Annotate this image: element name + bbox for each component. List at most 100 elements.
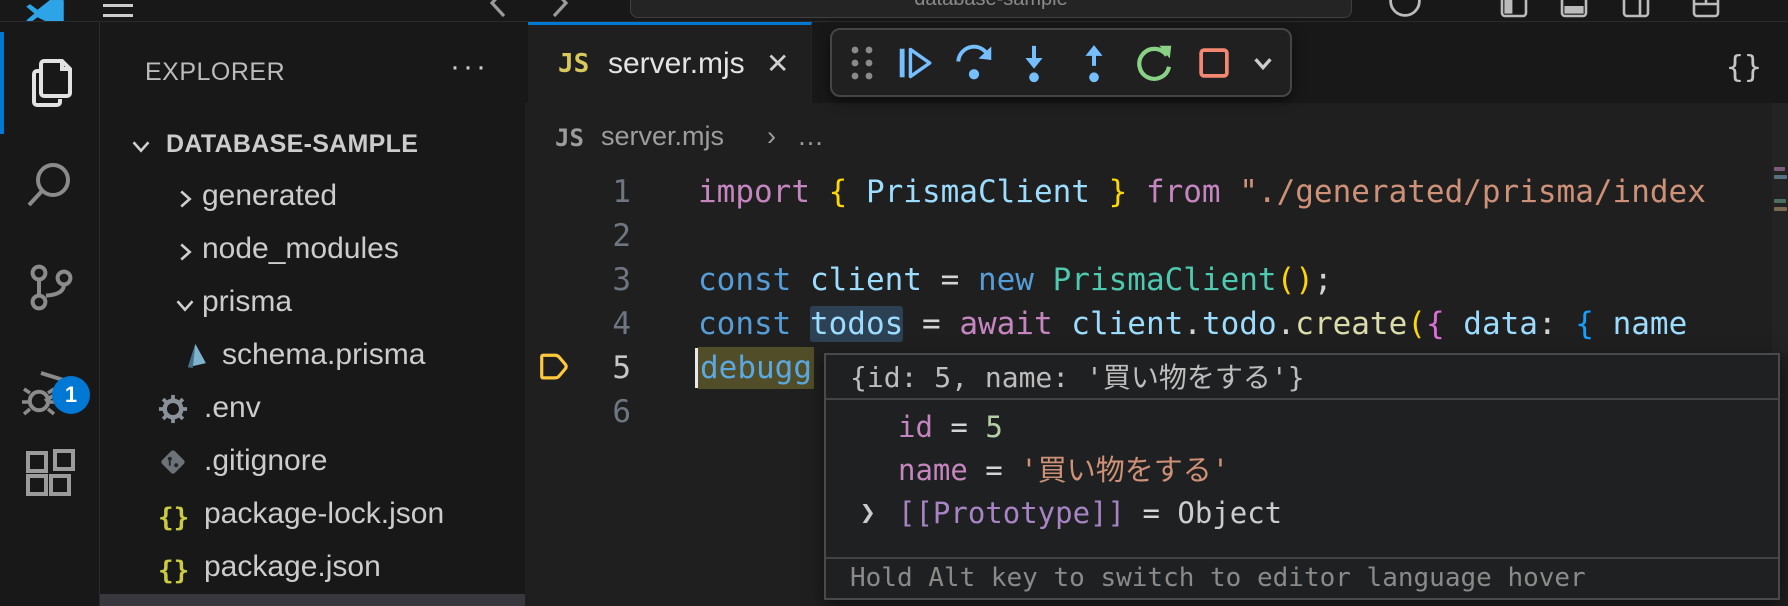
- tree-item-server-mjs[interactable]: JSserver.mjs: [100, 594, 525, 606]
- breadcrumb-symbol[interactable]: …: [797, 121, 824, 152]
- file-tree: DATABASE-SAMPLE generated node_modulespris…: [100, 117, 525, 606]
- files-icon: [24, 55, 76, 111]
- forward-arrow-icon[interactable]: [546, 0, 572, 18]
- line-number: 5: [569, 346, 631, 390]
- line-content: const todos = await client.todo.create({…: [698, 302, 1687, 346]
- explorer-sidebar: EXPLORER ··· DATABASE-SAMPLE generated nod…: [100, 22, 525, 606]
- tree-item-package-lock-json[interactable]: {} package-lock.json: [100, 488, 525, 541]
- tree-item--gitignore[interactable]: .gitignore: [100, 435, 525, 488]
- editor-group: JS server.mjs ✕ {}: [525, 22, 1788, 606]
- debug-step-out-button[interactable]: [1068, 37, 1120, 89]
- chevron-right-icon: [170, 237, 200, 267]
- sidebar-item-extensions[interactable]: [0, 425, 100, 525]
- continue-icon: [894, 43, 934, 83]
- tab-server-mjs[interactable]: JS server.mjs ✕: [528, 22, 812, 103]
- code-line-2[interactable]: 2: [525, 214, 1788, 258]
- account-icon[interactable]: [1388, 0, 1422, 18]
- line-content: debugg: [698, 346, 814, 390]
- tree-item-package-json[interactable]: {} package.json: [100, 541, 525, 594]
- tooltip-variables: id = 5name = '買い物をする'❯[[Prototype]] = Ob…: [826, 400, 1778, 557]
- layout-customize-icon[interactable]: [1692, 0, 1720, 18]
- debug-step-into-button[interactable]: [1008, 37, 1060, 89]
- activity-bar: 1: [0, 22, 100, 606]
- explorer-header: EXPLORER ···: [100, 50, 525, 94]
- line-number: 2: [569, 214, 631, 258]
- tree-item-label: DATABASE-SAMPLE: [166, 130, 418, 159]
- close-tab-icon[interactable]: ✕: [766, 47, 789, 80]
- sidebar-item-source-control[interactable]: [0, 237, 100, 337]
- tree-item-generated[interactable]: generated: [100, 170, 525, 223]
- tooltip-footer-hint: Hold Alt key to switch to editor languag…: [826, 557, 1778, 598]
- restart-icon: [1133, 42, 1175, 84]
- title-bar: database-sample: [0, 0, 1788, 22]
- back-arrow-icon[interactable]: [486, 0, 512, 18]
- tooltip-variable-row[interactable]: id = 5: [826, 406, 1778, 449]
- explorer-title: EXPLORER: [145, 58, 285, 87]
- drag-grip-icon[interactable]: [844, 40, 880, 86]
- debug-restart-button[interactable]: [1128, 37, 1180, 89]
- sidebar-item-explorer[interactable]: [0, 33, 100, 133]
- layout-sidebar-icon[interactable]: [1500, 0, 1528, 18]
- tree-item-label: prisma: [202, 285, 292, 319]
- breadcrumb-separator: ›: [767, 121, 776, 152]
- tree-item-label: schema.prisma: [222, 338, 425, 372]
- layout-panel-icon[interactable]: [1560, 0, 1588, 18]
- breadcrumb-file[interactable]: server.mjs: [601, 121, 724, 152]
- debug-continue-button[interactable]: [888, 37, 940, 89]
- tooltip-variable-row[interactable]: ❯[[Prototype]] = Object: [826, 492, 1778, 535]
- editor-actions-brackets-icon[interactable]: {}: [1726, 50, 1762, 85]
- tree-item-schema-prisma[interactable]: schema.prisma: [100, 329, 525, 382]
- step-over-icon: [953, 42, 995, 84]
- line-content: import { PrismaClient } from "./generate…: [698, 170, 1706, 214]
- minimap[interactable]: [1772, 103, 1788, 353]
- line-content: const client = new PrismaClient();: [698, 258, 1333, 302]
- js-file-icon: JS: [558, 49, 589, 79]
- layout-secondary-sidebar-icon[interactable]: [1622, 0, 1650, 18]
- tree-item-label: node_modules: [202, 232, 399, 266]
- debug-stop-button[interactable]: [1188, 37, 1240, 89]
- text-cursor: [695, 348, 698, 388]
- more-actions-icon[interactable]: ···: [450, 50, 489, 84]
- debug-current-line-icon[interactable]: [538, 351, 570, 387]
- tree-item-node-modules[interactable]: node_modules: [100, 223, 525, 276]
- tree-item-label: .env: [204, 391, 261, 425]
- tab-label: server.mjs: [608, 47, 745, 81]
- code-line-1[interactable]: 1 import { PrismaClient } from "./generat…: [525, 170, 1788, 214]
- tree-item--env[interactable]: .env: [100, 382, 525, 435]
- chevron-right-icon: [170, 184, 200, 214]
- source-control-icon: [23, 260, 77, 314]
- debug-toolbar: [830, 28, 1292, 97]
- debug-step-over-button[interactable]: [948, 37, 1000, 89]
- debug-more-dropdown[interactable]: [1248, 37, 1278, 89]
- code-line-3[interactable]: 3const client = new PrismaClient();: [525, 258, 1788, 302]
- tooltip-variable-row[interactable]: name = '買い物をする': [826, 449, 1778, 492]
- stop-icon: [1194, 43, 1234, 83]
- tree-item-label: generated: [202, 179, 337, 213]
- breadcrumb: JS server.mjs › …: [525, 103, 1425, 167]
- prisma-file-icon: [180, 341, 210, 371]
- search-icon: [23, 158, 77, 212]
- debug-hover-tooltip: {id: 5, name: '買い物をする'} id = 5name = '買い…: [824, 353, 1780, 600]
- vscode-logo-icon: [26, 0, 64, 22]
- chevron-down-icon: [170, 290, 200, 320]
- gear-file-icon: [158, 394, 188, 424]
- menu-icon[interactable]: [103, 4, 133, 22]
- chevron-down-icon: [1250, 50, 1276, 76]
- expand-chevron-icon[interactable]: ❯: [860, 492, 876, 535]
- command-center[interactable]: database-sample: [630, 0, 1352, 18]
- sidebar-item-search[interactable]: [0, 135, 100, 235]
- chevron-down-icon: [126, 131, 156, 161]
- extensions-icon: [22, 447, 78, 503]
- line-number: 1: [569, 170, 631, 214]
- json-file-icon: {}: [158, 500, 189, 534]
- git-file-icon: [158, 447, 188, 477]
- tree-item-label: package-lock.json: [204, 497, 444, 531]
- tree-item-database-sample[interactable]: DATABASE-SAMPLE: [100, 117, 525, 170]
- tree-item-label: .gitignore: [204, 444, 327, 478]
- tree-item-prisma[interactable]: prisma: [100, 276, 525, 329]
- json-file-icon: {}: [158, 553, 189, 587]
- line-number: 4: [569, 302, 631, 346]
- tree-item-label: package.json: [204, 550, 381, 584]
- debug-badge: 1: [52, 376, 90, 414]
- code-line-4[interactable]: 4 const todos = await client.todo.create(…: [525, 302, 1788, 346]
